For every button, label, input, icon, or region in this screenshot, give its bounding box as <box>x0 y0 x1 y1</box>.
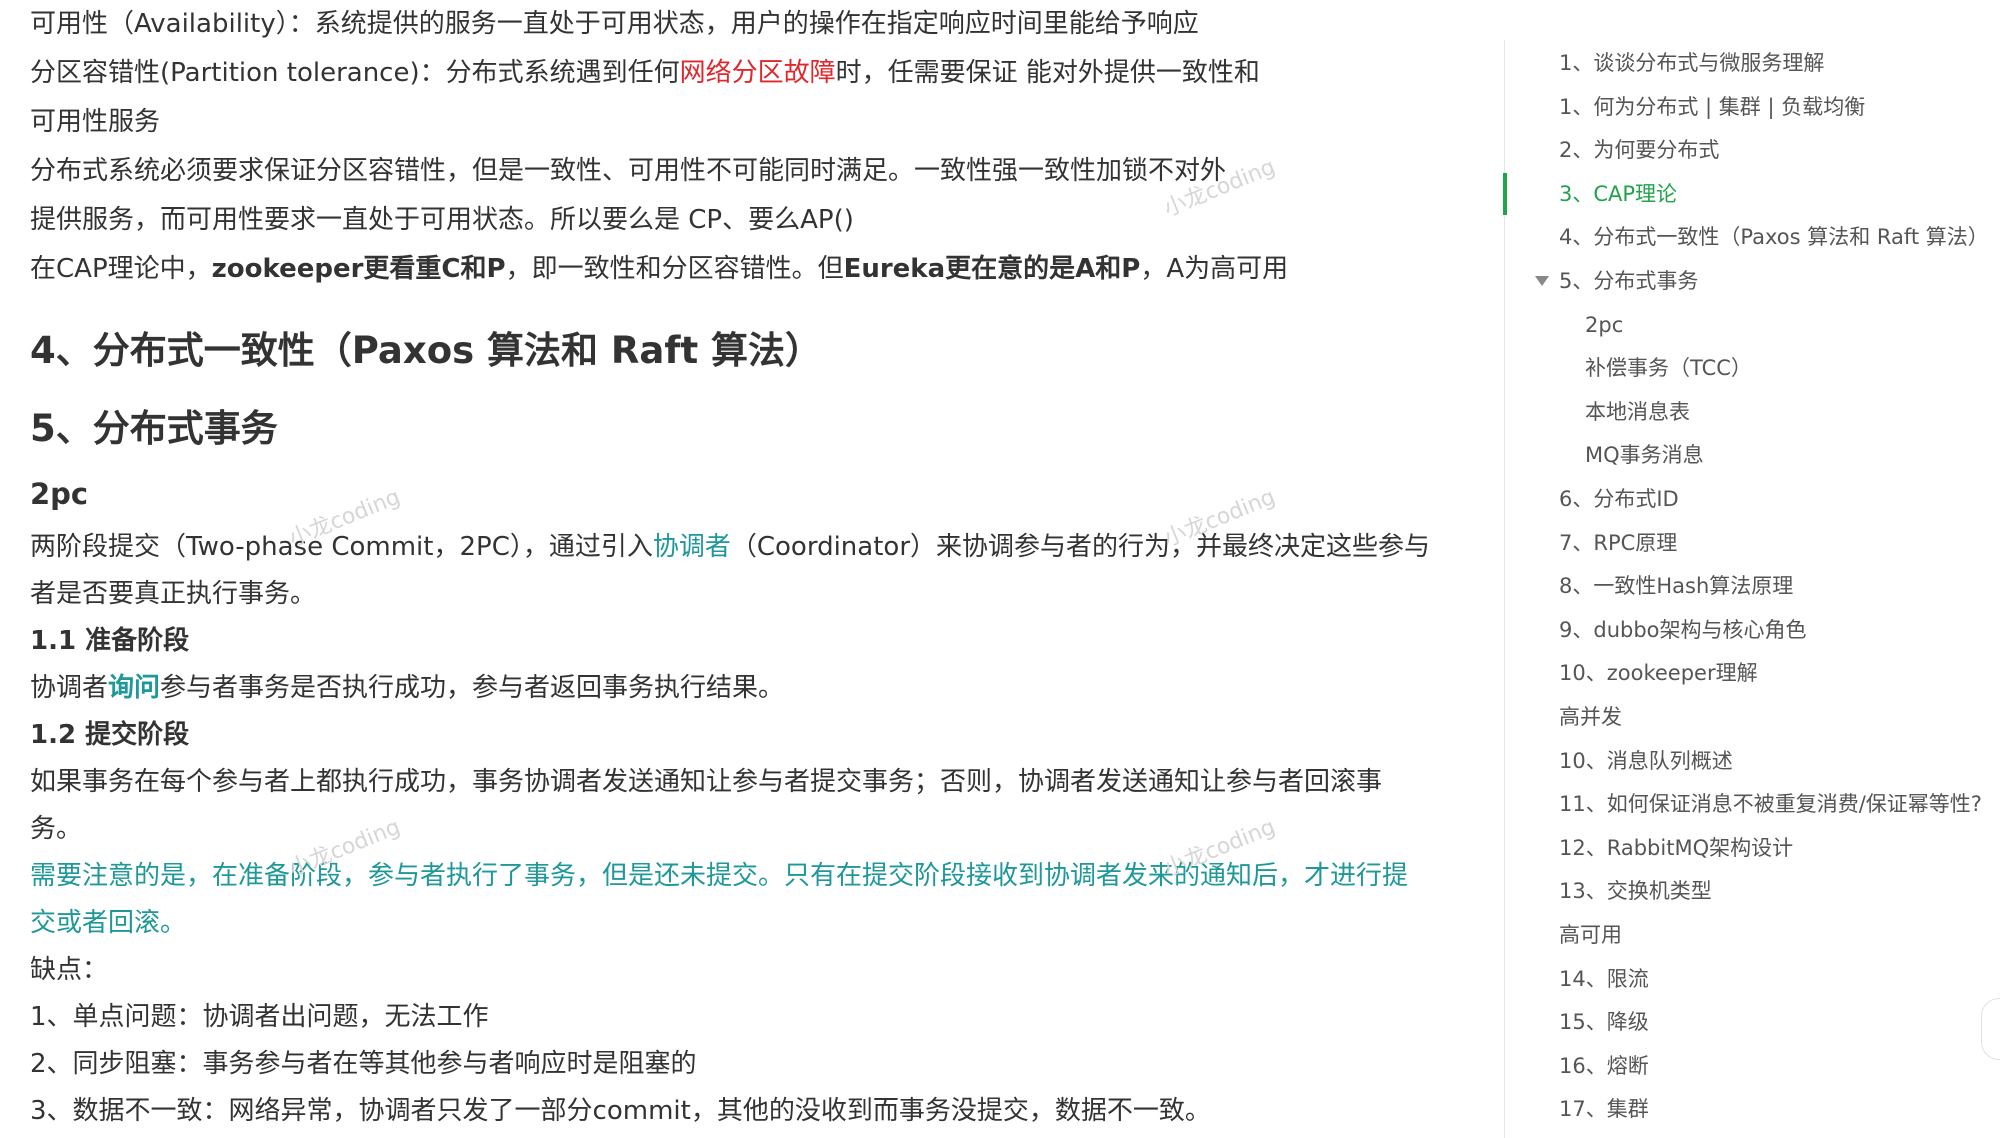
heading-distributed-transaction: 5、分布式事务 <box>30 407 278 450</box>
heading-distributed-consistency: 4、分布式一致性（Paxos 算法和 Raft 算法） <box>30 329 823 372</box>
outline-item[interactable]: 4、分布式一致性（Paxos 算法和 Raft 算法） <box>1505 217 2000 257</box>
outline-item-label: MQ事务消息 <box>1585 443 1704 468</box>
outline-item-label: 5、分布式事务 <box>1559 269 1699 293</box>
outline-item[interactable]: 16、熔断 <box>1505 1046 2000 1086</box>
paragraph-cap-tradeoff-cont: 提供服务，而可用性要求一直处于可用状态。所以要么是 CP、要么AP() <box>30 205 854 235</box>
outline-item[interactable]: 补偿事务（TCC） <box>1505 348 2000 388</box>
heading-2pc: 2pc <box>30 477 89 511</box>
heading-commit-phase: 1.2 提交阶段 <box>30 720 190 750</box>
paragraph-commit: 如果事务在每个参与者上都执行成功，事务协调者发送通知让参与者提交事务；否则，协调… <box>30 767 1383 797</box>
outline-item-label: 8、一致性Hash算法原理 <box>1559 574 1794 599</box>
outline-item[interactable]: 10、消息队列概述 <box>1505 741 2000 781</box>
outline-item-label: 2pc <box>1585 312 1624 337</box>
paragraph-2pc-intro-cont: 者是否要真正执行事务。 <box>30 579 317 609</box>
outline-item[interactable]: 2pc <box>1505 305 2000 345</box>
paragraph-2pc-intro: 两阶段提交（Two-phase Commit，2PC），通过引入协调者（Coor… <box>30 532 1431 562</box>
outline-item-label: 10、消息队列概述 <box>1559 748 1733 773</box>
paragraph-note-cont: 交或者回滚。 <box>30 908 187 938</box>
outline-item[interactable]: 9、dubbo架构与核心角色 <box>1505 610 2000 650</box>
outline-item-label: 15、降级 <box>1559 1010 1649 1035</box>
outline-item-label: 9、dubbo架构与核心角色 <box>1559 617 1807 642</box>
outline-item[interactable]: 15、降级 <box>1505 1002 2000 1042</box>
paragraph-partition: 分区容错性(Partition tolerance)：分布式系统遇到任何网络分区… <box>30 58 1260 88</box>
highlight-network-failure: 网络分区故障 <box>679 58 836 88</box>
outline-item[interactable]: 3、CAP理论 <box>1503 172 2000 215</box>
paragraph-partition-cont: 可用性服务 <box>30 107 161 137</box>
highlight-ask: 询问 <box>108 673 161 703</box>
outline-item-label: 13、交换机类型 <box>1559 879 1712 904</box>
outline-item-label: 11、如何保证消息不被重复消费/保证幂等性? <box>1559 792 1982 817</box>
outline-item[interactable]: 8、一致性Hash算法原理 <box>1505 566 2000 606</box>
active-indicator <box>1503 172 1507 215</box>
outline-item[interactable]: 10、zookeeper理解 <box>1505 653 2000 693</box>
outline-item-label: 补偿事务（TCC） <box>1585 356 1752 381</box>
outline-item-label: 6、分布式ID <box>1559 487 1679 511</box>
outline-item[interactable]: 11、如何保证消息不被重复消费/保证幂等性? <box>1505 784 2000 824</box>
outline-item-label: 高并发 <box>1559 705 1622 729</box>
outline-item-label: 本地消息表 <box>1585 399 1690 424</box>
paragraph-zookeeper-eureka: 在CAP理论中，zookeeper更看重C和P，即一致性和分区容错性。但Eure… <box>30 254 1289 284</box>
outline-item-label: 14、限流 <box>1559 966 1649 991</box>
chevron-down-icon[interactable] <box>1535 276 1549 286</box>
cons-item-single-point: 1、单点问题：协调者出问题，无法工作 <box>30 1002 489 1032</box>
outline-item[interactable]: 2、为何要分布式 <box>1505 130 2000 170</box>
outline-item[interactable]: 13、交换机类型 <box>1505 871 2000 911</box>
outline-item-label: 高可用 <box>1559 923 1622 947</box>
outline-item-label: 10、zookeeper理解 <box>1559 661 1758 686</box>
paragraph-note: 需要注意的是，在准备阶段，参与者执行了事务，但是还未提交。只有在提交阶段接收到协… <box>30 861 1409 891</box>
outline-item[interactable]: 本地消息表 <box>1505 392 2000 432</box>
outline-item-label: 7、RPC原理 <box>1559 530 1678 555</box>
outline-item[interactable]: 高并发 <box>1505 697 2000 737</box>
outline-item-label: 1、何为分布式 | 集群 | 负载均衡 <box>1559 94 1866 119</box>
outline-item-label: 16、熔断 <box>1559 1053 1649 1078</box>
outline-item-label: 17、集群 <box>1559 1097 1649 1122</box>
outline-item[interactable]: 6、分布式ID <box>1505 479 2000 519</box>
outline-item[interactable]: 12、RabbitMQ架构设计 <box>1505 828 2000 868</box>
outline-item-label: 3、CAP理论 <box>1559 181 1678 206</box>
link-coordinator[interactable]: 协调者 <box>653 532 731 562</box>
outline-item[interactable]: 5、分布式事务 <box>1505 261 2000 301</box>
cons-item-sync-blocking: 2、同步阻塞：事务参与者在等其他参与者响应时是阻塞的 <box>30 1049 697 1079</box>
outline-item[interactable]: 高可用 <box>1505 915 2000 955</box>
paragraph-commit-cont: 务。 <box>30 814 83 844</box>
outline-panel: 1、谈谈分布式与微服务理解 1、何为分布式 | 集群 | 负载均衡 2、为何要分布式… <box>1503 40 2000 1138</box>
outline-item[interactable]: 1、何为分布式 | 集群 | 负载均衡 <box>1505 87 2000 127</box>
outline-item-label: 2、为何要分布式 <box>1559 138 1720 163</box>
outline-item-label: 12、RabbitMQ架构设计 <box>1559 835 1794 860</box>
outline-item[interactable]: 17、集群 <box>1505 1089 2000 1129</box>
paragraph-prepare: 协调者询问参与者事务是否执行成功，参与者返回事务执行结果。 <box>30 673 785 703</box>
paragraph-cap-tradeoff: 分布式系统必须要求保证分区容错性，但是一致性、可用性不可能同时满足。一致性强一致… <box>30 156 1227 186</box>
cons-item-inconsistency: 3、数据不一致：网络异常，协调者只发了一部分commit，其他的没收到而事务没提… <box>30 1096 1211 1126</box>
outline-item[interactable]: MQ事务消息 <box>1505 435 2000 475</box>
editor-window: 可用性（Availability）：系统提供的服务一直处于可用状态，用户的操作在… <box>0 0 2000 1138</box>
heading-prepare-phase: 1.1 准备阶段 <box>30 626 190 656</box>
cons-title: 缺点： <box>30 955 109 985</box>
outline-item[interactable]: 7、RPC原理 <box>1505 523 2000 563</box>
outline-item-label: 1、谈谈分布式与微服务理解 <box>1559 51 1825 75</box>
outline-item-label: 4、分布式一致性（Paxos 算法和 Raft 算法） <box>1559 225 1989 250</box>
outline-item[interactable]: 1、谈谈分布式与微服务理解 <box>1505 43 2000 83</box>
paragraph-availability: 可用性（Availability）：系统提供的服务一直处于可用状态，用户的操作在… <box>30 9 1199 39</box>
outline-item[interactable]: 14、限流 <box>1505 959 2000 999</box>
panel-resize-handle[interactable] <box>1981 998 2000 1060</box>
